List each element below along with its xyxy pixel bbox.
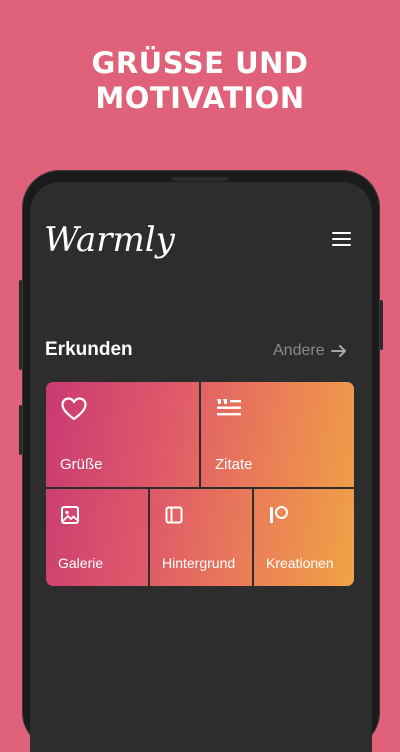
image-icon — [61, 506, 79, 524]
quote-icon — [217, 399, 241, 416]
phone-power-button — [380, 300, 383, 350]
tile-greetings[interactable]: Grüße — [46, 382, 199, 487]
phone-side-button — [19, 405, 22, 455]
explore-more-link[interactable]: Andere — [273, 340, 347, 362]
wallpaper-icon — [165, 506, 183, 524]
tile-creations[interactable]: Kreationen — [254, 489, 354, 586]
tile-gallery[interactable]: Galerie — [46, 489, 148, 586]
hamburger-menu-icon[interactable] — [332, 232, 352, 248]
tile-wallpaper-label: Hintergrund — [162, 555, 236, 571]
tile-quotes[interactable]: Zitate — [201, 382, 354, 487]
explore-title: Erkunden — [45, 339, 133, 360]
phone-frame: Warmly Erkunden Andere Grüße Zitate Gale… — [19, 170, 383, 752]
app-logo: Warmly — [44, 220, 175, 260]
tile-creations-label: Kreationen — [266, 555, 334, 571]
explore-more-label: Andere — [273, 342, 325, 359]
app-screen: Warmly Erkunden Andere Grüße Zitate Gale… — [30, 182, 372, 752]
tile-gallery-label: Galerie — [58, 555, 104, 571]
tile-quotes-label: Zitate — [215, 456, 253, 473]
headline-line-2: MOTIVATION — [95, 81, 305, 115]
heart-icon — [61, 397, 87, 421]
phone-speaker — [172, 177, 228, 181]
arrow-right-icon — [330, 345, 346, 357]
tile-wallpaper[interactable]: Hintergrund — [150, 489, 252, 586]
promo-headline: GRÜSSE UND MOTIVATION — [0, 46, 400, 116]
headline-line-1: GRÜSSE UND — [91, 46, 309, 80]
tile-greetings-label: Grüße — [60, 456, 103, 473]
patreon-icon — [270, 506, 288, 523]
phone-volume-button — [19, 280, 22, 370]
